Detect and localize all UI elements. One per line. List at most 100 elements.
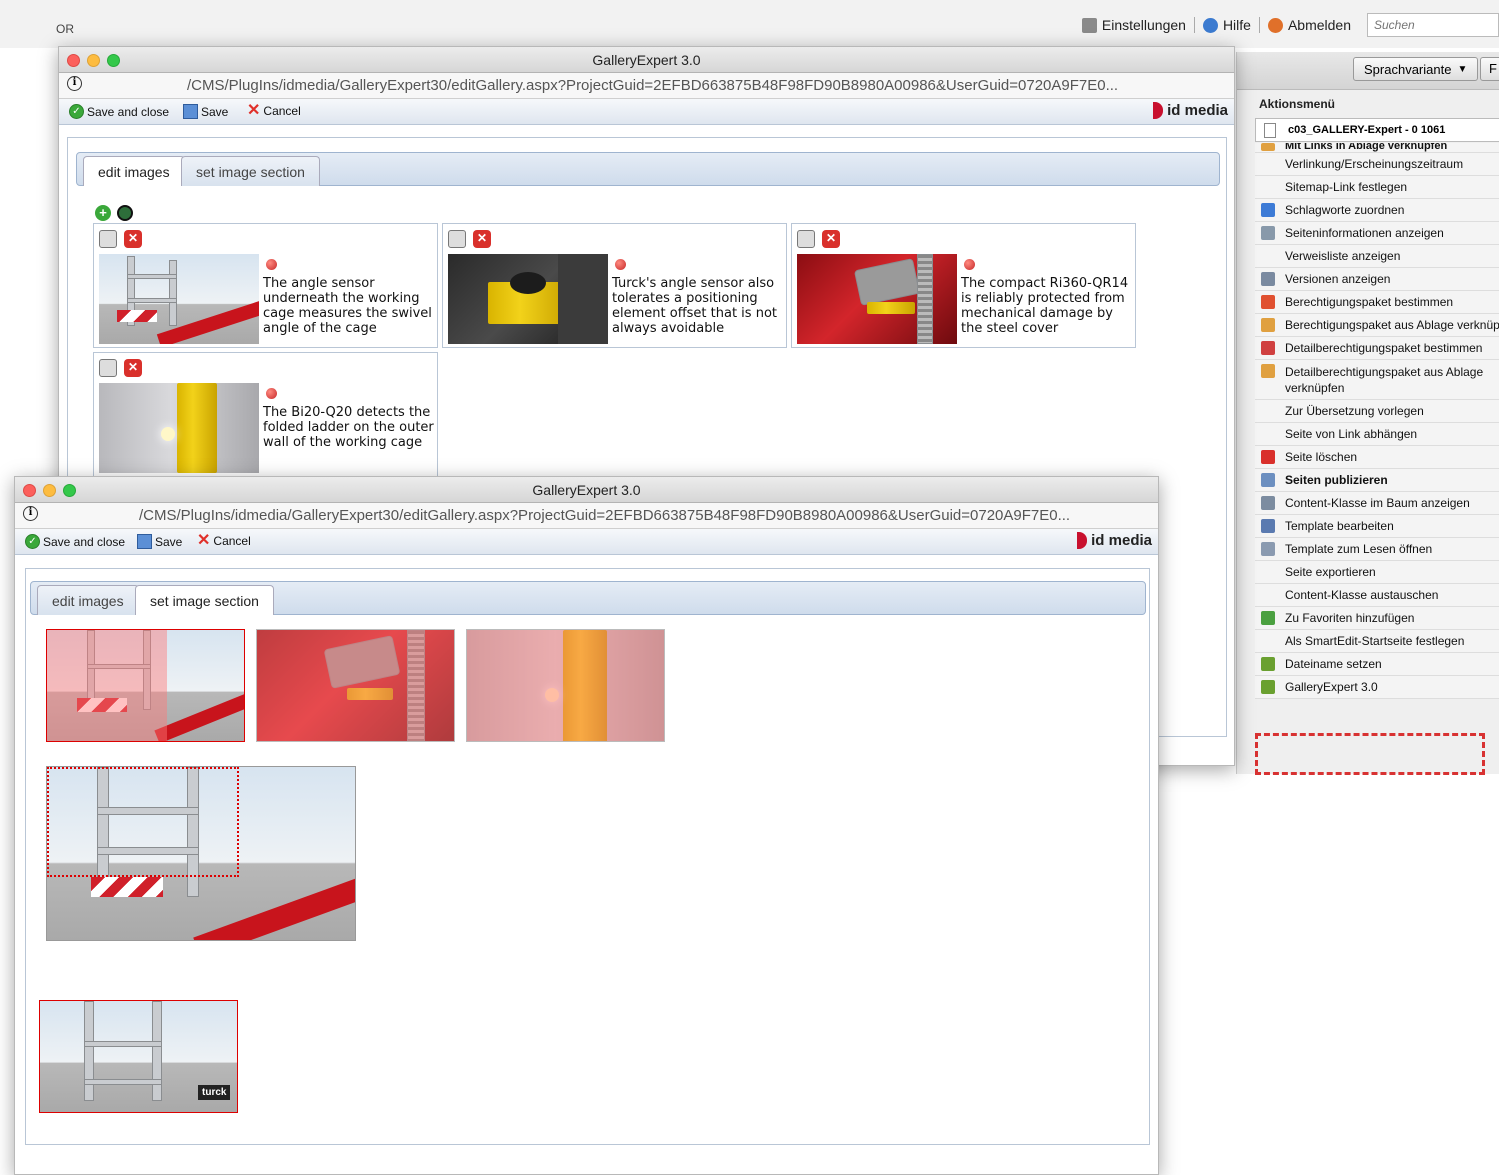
save-button[interactable]: Save [183,104,228,119]
menu-item[interactable]: Seite von Link abhängen [1255,423,1499,446]
brand-label: id media [1091,532,1152,549]
check-icon: ✓ [25,534,40,549]
url-bar: i /CMS/PlugIns/idmedia/GalleryExpert30/e… [59,73,1234,99]
menu-item[interactable]: Verweisliste anzeigen [1255,245,1499,268]
permission-folder-icon [1261,318,1275,332]
cancel-button[interactable]: ✕ Cancel [197,533,251,549]
section-editor-image[interactable] [46,766,356,941]
current-page-item[interactable]: c03_GALLERY-Expert - 0 1061 [1255,118,1499,142]
menu-item-label: Seiteninformationen anzeigen [1285,226,1444,240]
menu-item[interactable]: Zu Favoriten hinzufügen [1255,607,1499,630]
section-thumbnail-encoder[interactable] [256,629,455,742]
save-and-close-button[interactable]: ✓ Save and close [69,104,169,119]
section-thumbnail-cage[interactable] [46,629,245,742]
crop-preview-image: turck [39,1000,238,1113]
brand-logo: id media [1077,532,1152,549]
link-image-icon[interactable] [117,205,133,221]
menu-item[interactable]: Versionen anzeigen [1255,268,1499,291]
help-link[interactable]: Hilfe [1195,17,1259,33]
menu-item[interactable]: Berechtigungspaket aus Ablage verknüpfen [1255,314,1499,337]
action-menu-list: Mit Links in Ablage verknüpfen Verlinkung… [1255,143,1499,699]
logout-label: Abmelden [1287,17,1351,33]
tab-set-image-section[interactable]: set image section [181,156,320,186]
favorite-icon [1261,611,1275,625]
delete-image-icon[interactable]: ✕ [124,359,142,377]
menu-item-label: Sitemap-Link festlegen [1285,180,1408,194]
template-edit-icon [1261,519,1275,533]
window-title: GalleryExpert 3.0 [532,482,641,498]
menu-item[interactable]: Seiten publizieren [1255,469,1499,492]
menu-item-label: Versionen anzeigen [1285,272,1391,286]
save-label: Save [155,534,183,549]
menu-item[interactable]: Content-Klasse im Baum anzeigen [1255,492,1499,515]
language-variant-button[interactable]: Sprachvariante ▼ [1353,57,1479,81]
f-button[interactable]: F [1480,57,1499,81]
tab-edit-images[interactable]: edit images [37,585,139,615]
edit-image-icon[interactable] [797,230,815,248]
menu-item[interactable]: Dateiname setzen [1255,653,1499,676]
page-info-icon [1261,226,1275,240]
edit-image-icon[interactable] [99,230,117,248]
menu-item[interactable]: Verlinkung/Erscheinungszeitraum [1255,153,1499,176]
menu-item[interactable]: Zur Übersetzung vorlegen [1255,400,1499,423]
menu-item[interactable]: Berechtigungspaket bestimmen [1255,291,1499,314]
delete-image-icon[interactable]: ✕ [473,230,491,248]
menu-item[interactable]: Mit Links in Ablage verknüpfen [1255,143,1499,153]
edit-image-icon[interactable] [99,359,117,377]
image-caption: The Bi20-Q20 detects the folded ladder o… [263,405,434,450]
save-and-close-label: Save and close [43,534,126,549]
section-thumbnail-inductive-sensor[interactable] [466,629,665,742]
image-thumbnail-encoder[interactable] [797,254,957,344]
window-titlebar: GalleryExpert 3.0 [15,477,1158,503]
menu-item[interactable]: Seite löschen [1255,446,1499,469]
menu-item-label: Verweisliste anzeigen [1285,249,1401,263]
delete-icon [1261,450,1275,464]
menu-item[interactable]: Als SmartEdit-Startseite festlegen [1255,630,1499,653]
crop-selection-box[interactable] [47,767,239,877]
image-thumbnail-cage[interactable] [99,254,259,344]
delete-image-icon[interactable]: ✕ [822,230,840,248]
delete-image-icon[interactable]: ✕ [124,230,142,248]
action-panel: Sprachvariante ▼ F Aktionsmenü c03_GALLE… [1236,52,1499,775]
menu-item-label: Seite exportieren [1285,565,1376,579]
menu-item-label: Detailberechtigungspaket bestimmen [1285,341,1483,355]
menu-item-label: Content-Klasse austauschen [1285,588,1439,602]
menu-item[interactable]: Sitemap-Link festlegen [1255,176,1499,199]
search-input[interactable] [1367,13,1499,37]
pencil-icon [1261,657,1275,671]
menu-item[interactable]: Template bearbeiten [1255,515,1499,538]
logout-link[interactable]: Abmelden [1260,17,1359,33]
url-bar: i /CMS/PlugIns/idmedia/GalleryExpert30/e… [15,503,1158,529]
url-text: /CMS/PlugIns/idmedia/GalleryExpert30/edi… [187,77,1119,94]
menu-item-label: Template zum Lesen öffnen [1285,542,1433,556]
cms-top-bar: OR Einstellungen Hilfe Abmelden [0,0,1499,48]
help-icon [1202,17,1218,33]
image-thumbnail-sensor[interactable] [448,254,608,344]
cancel-button[interactable]: ✕ Cancel [247,103,301,119]
menu-item[interactable]: Content-Klasse austauschen [1255,584,1499,607]
save-and-close-button[interactable]: ✓ Save and close [25,534,125,549]
menu-item[interactable]: Seiteninformationen anzeigen [1255,222,1499,245]
tab-edit-images[interactable]: edit images [83,156,185,186]
menu-item[interactable]: Template zum Lesen öffnen [1255,538,1499,561]
tab-set-image-section[interactable]: set image section [135,585,274,615]
info-icon[interactable]: i [23,506,38,521]
info-icon[interactable]: i [67,76,82,91]
settings-link[interactable]: Einstellungen [1074,17,1194,33]
image-card: ✕ The Bi20-Q20 detects the folded ladder… [93,352,438,477]
image-thumbnail-inductive-sensor[interactable] [99,383,259,473]
menu-item[interactable]: Detailberechtigungspaket aus Ablage verk… [1255,360,1499,400]
menu-item-label: Mit Links in Ablage verknüpfen [1285,143,1448,152]
dropdown-arrow-icon: ▼ [1457,63,1468,75]
add-image-icon[interactable]: + [95,205,111,221]
panel-toolbar: Sprachvariante ▼ F [1237,52,1499,90]
image-caption: Turck's angle sensor also tolerates a po… [612,276,777,336]
menu-item-label: Seite von Link abhängen [1285,427,1418,441]
menu-item[interactable]: Seite exportieren [1255,561,1499,584]
menu-item[interactable]: GalleryExpert 3.0 [1255,676,1499,699]
menu-item[interactable]: Detailberechtigungspaket bestimmen [1255,337,1499,360]
save-button[interactable]: Save [137,534,182,549]
edit-image-icon[interactable] [448,230,466,248]
menu-item[interactable]: Schlagworte zuordnen [1255,199,1499,222]
template-read-icon [1261,542,1275,556]
